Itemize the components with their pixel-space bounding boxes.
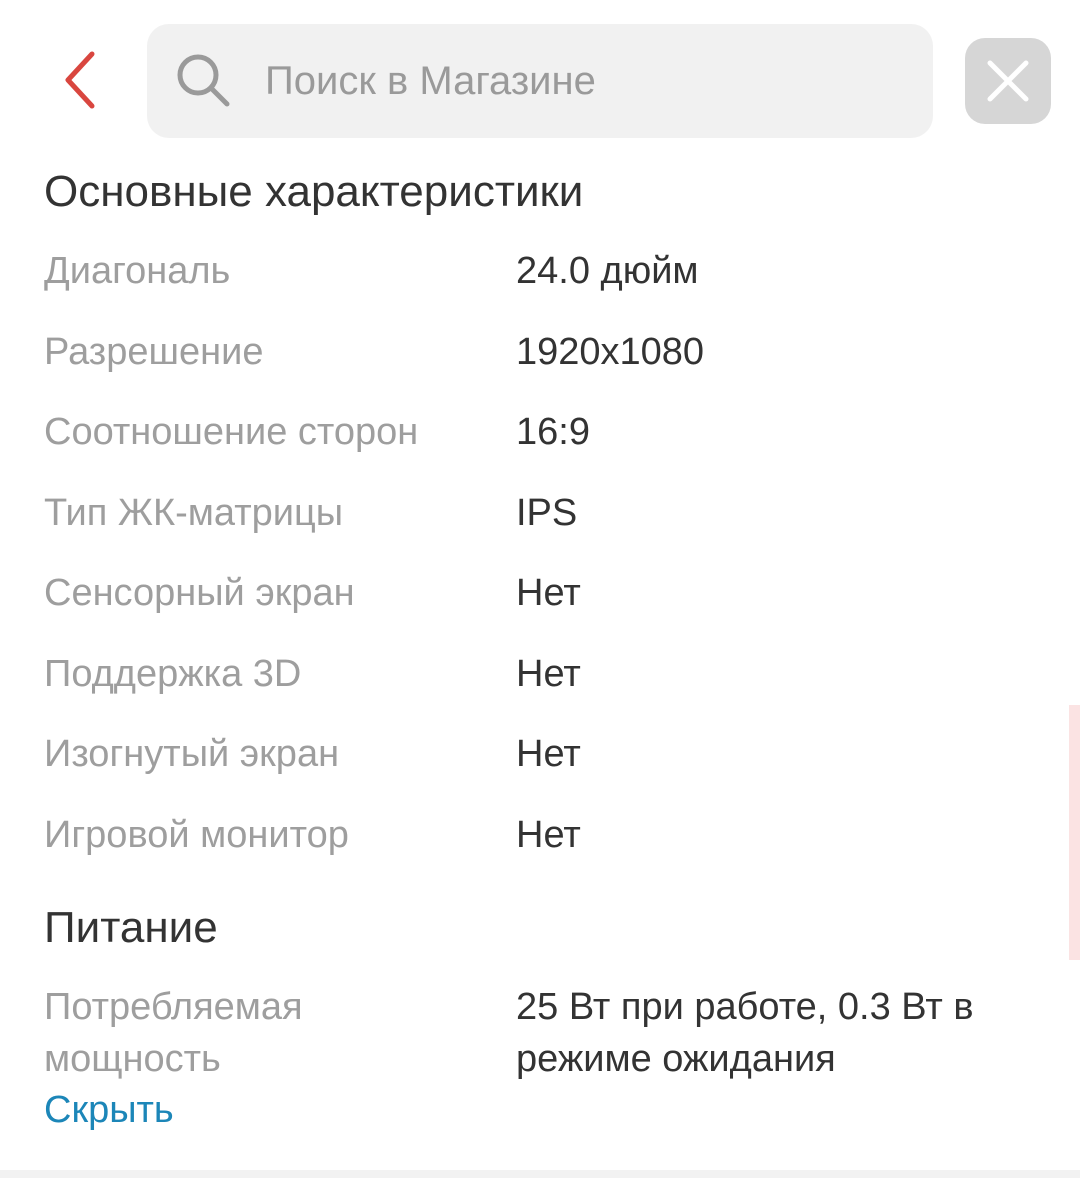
scroll-indicator xyxy=(1069,705,1080,960)
search-box[interactable] xyxy=(147,24,933,138)
clear-search-button[interactable] xyxy=(965,38,1051,124)
spec-value: Нет xyxy=(516,572,581,614)
spec-label: Сенсорный экран xyxy=(44,572,355,614)
search-icon xyxy=(177,54,230,107)
spec-value: 24.0 дюйм xyxy=(516,250,699,292)
hide-link[interactable]: Скрыть xyxy=(44,1084,174,1136)
bottom-divider xyxy=(0,1170,1080,1178)
search-input[interactable] xyxy=(265,24,905,138)
spec-label: Изогнутый экран xyxy=(44,733,340,775)
top-bar xyxy=(0,0,1080,150)
chevron-left-icon xyxy=(65,51,95,109)
section-title-main-specs: Основные характеристики xyxy=(44,167,584,216)
back-button[interactable] xyxy=(50,45,110,115)
section-title-power: Питание xyxy=(44,903,218,952)
spec-value: IPS xyxy=(516,492,578,534)
spec-label: Тип ЖК-матрицы xyxy=(44,492,344,534)
spec-label: Поддержка 3D xyxy=(44,653,302,695)
spec-label: Диагональ xyxy=(44,250,231,292)
spec-value: Нет xyxy=(516,814,581,856)
spec-label: Разрешение xyxy=(44,331,264,373)
spec-label: Потребляемая мощность xyxy=(44,986,303,1080)
spec-value: Нет xyxy=(516,653,581,695)
spec-label: Соотношение сторон xyxy=(44,411,419,453)
close-icon xyxy=(987,60,1029,102)
spec-value: Нет xyxy=(516,733,581,775)
spec-value: 25 Вт при работе, 0.3 Вт в режиме ожидан… xyxy=(516,986,974,1080)
spec-label: Игровой монитор xyxy=(44,814,349,856)
spec-value: 1920x1080 xyxy=(516,331,705,373)
spec-value: 16:9 xyxy=(516,411,590,453)
